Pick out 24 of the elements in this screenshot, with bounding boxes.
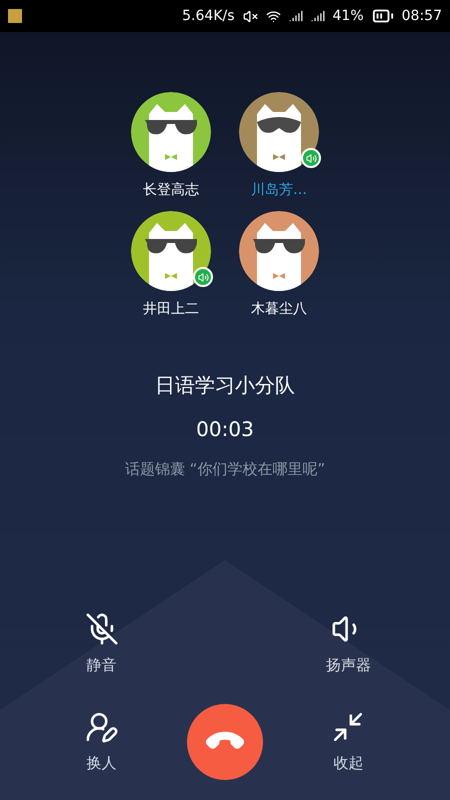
signal-icon [310, 9, 325, 23]
topic-text: 话题锦囊 “你们学校在哪里呢” [124, 459, 326, 480]
participant-name: 长登高志 [143, 181, 199, 200]
clock: 08:57 [402, 6, 442, 26]
signal-icon [288, 9, 303, 23]
cat-avatar[interactable] [239, 211, 319, 291]
cat-avatar[interactable] [131, 92, 211, 172]
mute-status-icon [242, 8, 258, 24]
network-speed: 5.64K/s [182, 6, 235, 26]
wifi-icon [266, 8, 281, 24]
participant-name: 川岛芳… [251, 181, 307, 200]
participant-name: 木暮尘八 [251, 300, 307, 319]
cat-avatar[interactable] [131, 211, 211, 291]
cat-avatar[interactable] [239, 92, 319, 172]
group-name: 日语学习小分队 [154, 372, 296, 399]
control-button[interactable]: 扬声器 [308, 612, 388, 676]
mic-off-icon [84, 612, 119, 646]
control-button[interactable]: 换人 [62, 710, 142, 774]
control-button[interactable]: 静音 [62, 612, 142, 676]
app-notification-icon [8, 9, 22, 23]
control-button[interactable]: 收起 [308, 710, 388, 774]
participant-name: 井田上二 [143, 300, 199, 319]
call-timer: 00:03 [195, 416, 255, 443]
battery-percent: 41% [332, 6, 364, 26]
